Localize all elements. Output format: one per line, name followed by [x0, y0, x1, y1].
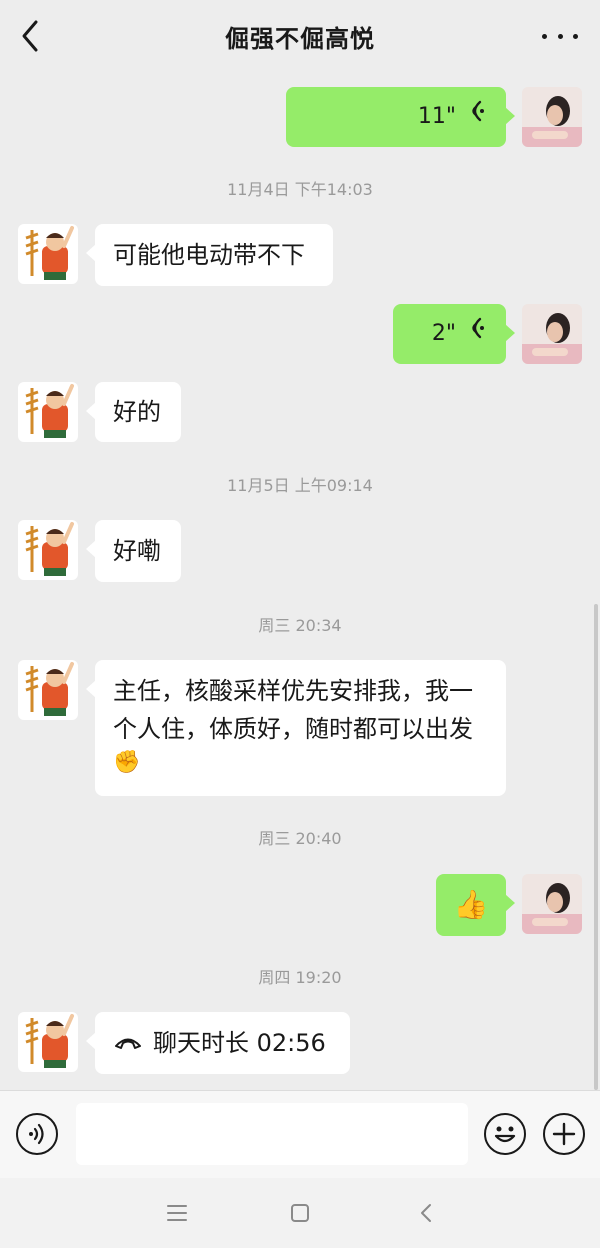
- call-duration-label: 聊天时长 02:56: [153, 1029, 326, 1057]
- timestamp: 周三 20:40: [258, 829, 342, 848]
- plus-icon[interactable]: [543, 1113, 585, 1155]
- voice-input-icon[interactable]: [16, 1113, 58, 1155]
- fist-emoji: ✊: [113, 750, 141, 775]
- contact-avatar[interactable]: [18, 382, 78, 442]
- contact-avatar[interactable]: [18, 660, 78, 720]
- message-text: 好的: [113, 398, 161, 426]
- voice-message-bubble[interactable]: 11": [286, 87, 515, 147]
- input-bar: [0, 1090, 600, 1178]
- more-dots-icon[interactable]: [542, 22, 578, 50]
- chat-header: 倔强不倔高悦: [0, 0, 600, 72]
- thumbs-up-message-bubble[interactable]: 👍: [436, 874, 515, 936]
- message-bubble[interactable]: 好的: [86, 382, 181, 442]
- voice-wave-icon: [466, 315, 484, 353]
- voice-message-bubble[interactable]: 2": [393, 304, 515, 364]
- emoji-icon[interactable]: [484, 1113, 526, 1155]
- self-avatar[interactable]: [522, 87, 582, 147]
- voice-duration: 11": [417, 104, 456, 129]
- timestamp: 周三 20:34: [258, 616, 342, 635]
- call-record-bubble[interactable]: 聊天时长 02:56: [86, 1012, 350, 1074]
- chat-screen: 倔强不倔高悦 11" 11月4日 下午14:03 可能他电动带不下 2" 好的 …: [0, 0, 600, 1248]
- message-bubble[interactable]: 主任，核酸采样优先安排我，我一 个人住，体质好，随时都可以出发 ✊: [86, 660, 506, 796]
- message-text-line: 个人住，体质好，随时都可以出发: [113, 715, 473, 743]
- back-arrow-icon[interactable]: [412, 1198, 442, 1228]
- contact-avatar[interactable]: [18, 1012, 78, 1072]
- message-list[interactable]: 11" 11月4日 下午14:03 可能他电动带不下 2" 好的 11月5日 上…: [0, 72, 600, 1090]
- timestamp: 11月5日 上午09:14: [227, 476, 373, 495]
- message-text: 可能他电动带不下: [113, 241, 305, 269]
- phone-hangup-icon: [113, 1024, 143, 1062]
- message-input[interactable]: [76, 1103, 468, 1165]
- chat-title: 倔强不倔高悦: [225, 24, 375, 53]
- message-text: 好嘞: [113, 537, 161, 565]
- message-bubble[interactable]: 可能他电动带不下: [86, 224, 333, 286]
- contact-avatar[interactable]: [18, 520, 78, 580]
- thumbs-up-emoji: 👍: [453, 888, 489, 921]
- self-avatar[interactable]: [522, 874, 582, 934]
- contact-avatar[interactable]: [18, 224, 78, 284]
- voice-wave-icon: [466, 98, 484, 136]
- timestamp: 周四 19:20: [258, 968, 342, 987]
- system-nav-bar: [0, 1178, 600, 1248]
- self-avatar[interactable]: [522, 304, 582, 364]
- voice-duration: 2": [431, 321, 456, 346]
- chevron-left-icon[interactable]: [16, 18, 48, 54]
- menu-icon[interactable]: [162, 1198, 192, 1228]
- timestamp: 11月4日 下午14:03: [227, 180, 373, 199]
- message-bubble[interactable]: 好嘞: [86, 520, 181, 582]
- message-text-line: 主任，核酸采样优先安排我，我一: [113, 677, 473, 705]
- home-square-icon[interactable]: [285, 1198, 315, 1228]
